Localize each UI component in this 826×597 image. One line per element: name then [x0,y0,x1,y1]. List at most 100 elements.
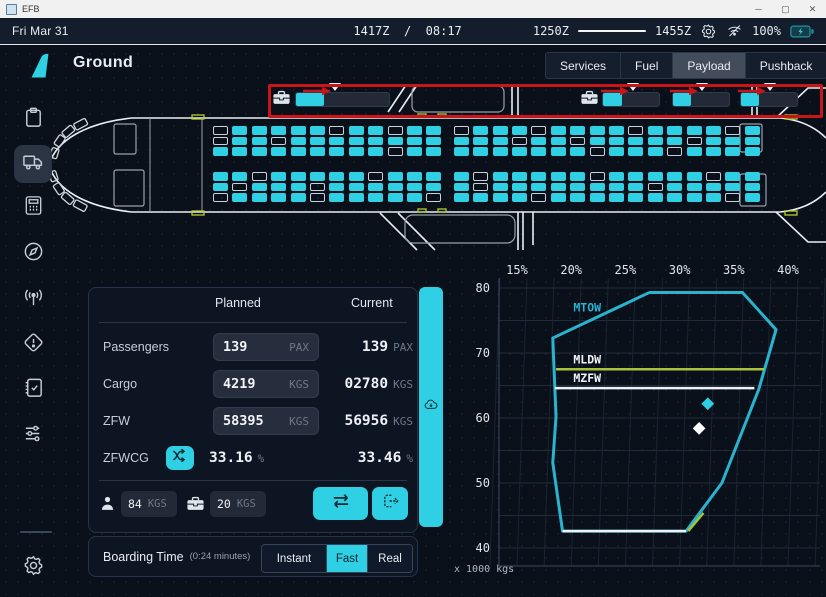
seat[interactable] [667,172,682,181]
sidebar-item-calculator[interactable] [14,189,52,227]
seat[interactable] [706,172,721,181]
seat[interactable] [609,172,624,181]
seat[interactable] [232,172,247,181]
seat[interactable] [213,193,228,202]
seat[interactable] [687,193,702,202]
seat[interactable] [531,193,546,202]
seat[interactable] [531,137,546,146]
seat[interactable] [493,172,508,181]
seat[interactable] [512,147,527,156]
seat[interactable] [512,183,527,192]
seat[interactable] [648,172,663,181]
seat[interactable] [531,126,546,135]
seat[interactable] [648,193,663,202]
seat[interactable] [454,183,469,192]
seat[interactable] [291,183,306,192]
seat[interactable] [252,172,267,181]
seat[interactable] [590,183,605,192]
tab-fuel[interactable]: Fuel [621,53,673,78]
seat[interactable] [725,172,740,181]
seat[interactable] [368,126,383,135]
seat[interactable] [687,183,702,192]
tab-services[interactable]: Services [546,53,621,78]
seat[interactable] [706,147,721,156]
seat[interactable] [570,183,585,192]
seat[interactable] [213,137,228,146]
seat[interactable] [551,137,566,146]
seat[interactable] [628,147,643,156]
seat[interactable] [329,183,344,192]
seat[interactable] [687,126,702,135]
seat[interactable] [531,147,546,156]
seat[interactable] [493,193,508,202]
boarding-option-real[interactable]: Real [368,545,412,572]
seat[interactable] [349,147,364,156]
sidebar-item-radio[interactable] [14,281,52,319]
seat[interactable] [454,193,469,202]
seat[interactable] [551,172,566,181]
seat[interactable] [648,147,663,156]
maximize-button[interactable]: ▢ [772,0,799,18]
seat[interactable] [473,183,488,192]
seat[interactable] [706,183,721,192]
seat[interactable] [407,137,422,146]
zfwcg-optimize-button[interactable] [166,446,194,470]
sidebar-item-checklist[interactable] [14,371,52,409]
seat[interactable] [512,126,527,135]
seat[interactable] [271,183,286,192]
payload-scroll-handle[interactable] [419,287,443,527]
seat[interactable] [388,126,403,135]
seat[interactable] [648,183,663,192]
seat[interactable] [407,126,422,135]
seat[interactable] [329,126,344,135]
sidebar-item-options[interactable] [14,417,52,455]
seat[interactable] [271,126,286,135]
seat[interactable] [551,126,566,135]
seat[interactable] [388,137,403,146]
seat[interactable] [725,193,740,202]
seat[interactable] [628,137,643,146]
deboard-button[interactable] [372,487,408,520]
zfw-input[interactable]: 58395KGS [213,407,319,435]
seat[interactable] [706,193,721,202]
seat[interactable] [667,137,682,146]
bag-weight-input[interactable]: 20KGS [210,491,266,517]
seat[interactable] [551,193,566,202]
seat[interactable] [291,147,306,156]
sidebar-item-settings[interactable] [14,549,52,587]
seat[interactable] [745,193,760,202]
cargo-input[interactable]: 4219KGS [213,370,319,398]
seat[interactable] [473,126,488,135]
seat[interactable] [628,193,643,202]
seat[interactable] [609,147,624,156]
seat[interactable] [590,172,605,181]
seat[interactable] [609,137,624,146]
seat[interactable] [426,137,441,146]
seat[interactable] [628,183,643,192]
seat[interactable] [310,137,325,146]
seat[interactable] [667,183,682,192]
seat[interactable] [454,147,469,156]
seat[interactable] [551,183,566,192]
seat[interactable] [706,126,721,135]
seat[interactable] [667,147,682,156]
seat[interactable] [590,126,605,135]
seat[interactable] [570,126,585,135]
seat[interactable] [426,126,441,135]
seat[interactable] [493,183,508,192]
seat[interactable] [426,183,441,192]
seat[interactable] [310,147,325,156]
close-button[interactable]: ✕ [799,0,826,18]
sidebar-item-compass[interactable] [14,235,52,273]
seat[interactable] [667,193,682,202]
seat[interactable] [570,172,585,181]
seat[interactable] [232,126,247,135]
seat[interactable] [725,137,740,146]
seat[interactable] [291,172,306,181]
seat[interactable] [368,137,383,146]
seat[interactable] [648,137,663,146]
seat[interactable] [570,137,585,146]
seat[interactable] [473,147,488,156]
seat[interactable] [531,183,546,192]
seat[interactable] [609,193,624,202]
